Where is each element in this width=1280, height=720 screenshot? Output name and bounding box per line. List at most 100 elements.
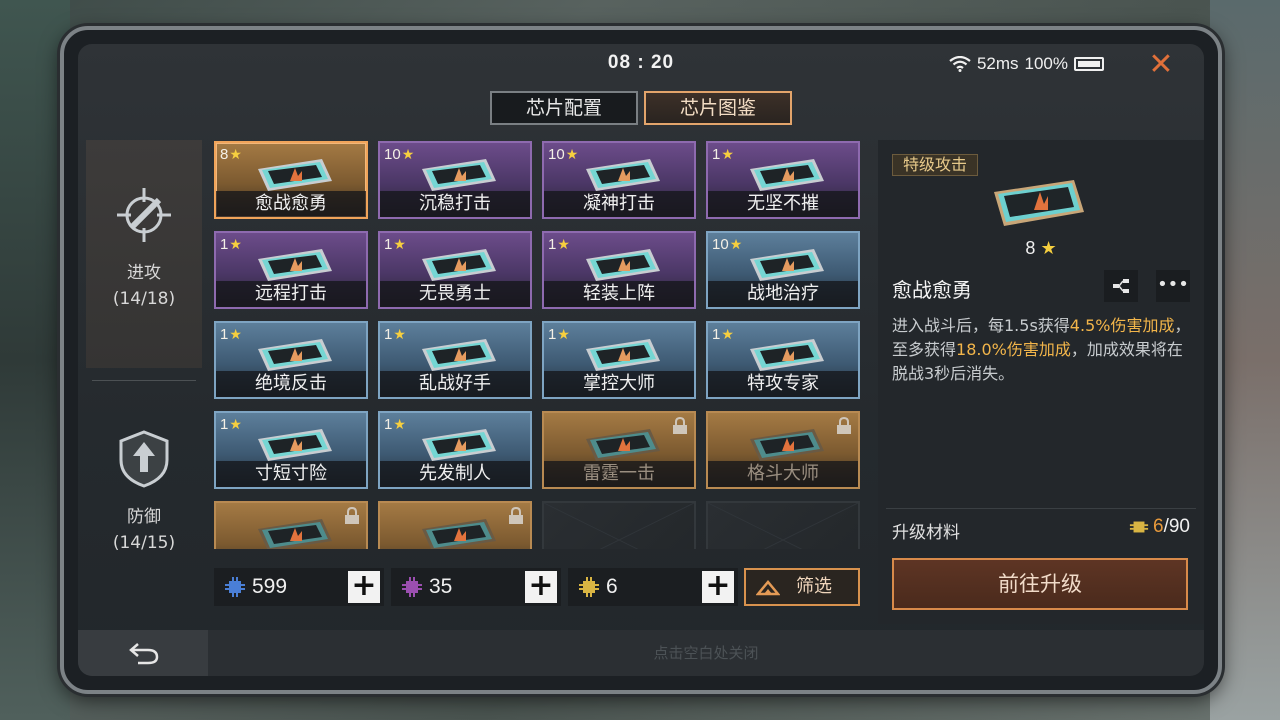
gold-chip-icon xyxy=(579,577,599,597)
chip-card[interactable]: 雷霆一击 xyxy=(542,411,696,489)
more-icon: ••• xyxy=(1157,274,1189,295)
chip-card[interactable]: 1★ 绝境反击 xyxy=(214,321,368,399)
desc-highlight-2: 18.0%伤害加成 xyxy=(956,340,1071,359)
star-icon: ★ xyxy=(229,236,242,252)
add-gold-chip-button[interactable]: + xyxy=(702,571,734,603)
chip-name: 先发制人 xyxy=(380,461,530,487)
add-purple-chip-button[interactable]: + xyxy=(525,571,557,603)
lock-icon xyxy=(345,507,359,524)
chip-star-rating: 1★ xyxy=(220,416,242,433)
star-icon: ★ xyxy=(229,146,242,162)
category-defense-label: 防御 xyxy=(127,507,161,527)
chip-card[interactable]: 1★ 无坚不摧 xyxy=(706,141,860,219)
chip-icon xyxy=(422,429,496,461)
footer-bar[interactable]: 点击空白处关闭 xyxy=(78,630,1204,676)
category-attack-count: (14/18) xyxy=(112,289,176,309)
chip-card[interactable] xyxy=(542,501,696,549)
chip-icon xyxy=(422,249,496,281)
chip-card[interactable]: 格斗大师 xyxy=(706,411,860,489)
chip-card[interactable]: 1★ 先发制人 xyxy=(378,411,532,489)
tab-chip-catalog[interactable]: 芯片图鉴 xyxy=(644,91,792,125)
star-icon: ★ xyxy=(401,146,415,162)
status-bar: 08 : 20 52ms 100% ✕ xyxy=(78,44,1204,88)
chip-card[interactable]: 8★ 愈战愈勇 xyxy=(214,141,368,219)
chip-stars-value: 1 xyxy=(384,236,393,253)
chip-star-rating: 1★ xyxy=(384,326,406,343)
blue-chip-icon xyxy=(225,577,245,597)
filter-triangle-icon xyxy=(756,580,780,596)
detail-separator xyxy=(886,508,1196,509)
chip-icon xyxy=(422,519,496,549)
category-column: 进攻 (14/18) 防御 (14/15) xyxy=(86,140,202,560)
shield-icon xyxy=(119,430,169,488)
battery-icon xyxy=(1074,57,1104,71)
chip-star-rating: 1★ xyxy=(712,146,734,163)
star-icon: ★ xyxy=(721,146,734,162)
chip-icon xyxy=(422,339,496,371)
chip-icon xyxy=(258,519,332,549)
chip-card[interactable]: 1★ 特攻专家 xyxy=(706,321,860,399)
go-upgrade-button[interactable]: 前往升级 xyxy=(892,558,1188,610)
chip-card[interactable]: 1★ 远程打击 xyxy=(214,231,368,309)
chip-card[interactable]: 1★ 轻装上阵 xyxy=(542,231,696,309)
chip-star-rating: 1★ xyxy=(548,326,570,343)
chip-star-rating: 10★ xyxy=(548,146,578,163)
chip-card[interactable] xyxy=(214,501,368,549)
chip-card[interactable]: 10★ 沉稳打击 xyxy=(378,141,532,219)
star-icon: ★ xyxy=(393,326,406,342)
chip-stars-value: 1 xyxy=(220,416,229,433)
chip-icon xyxy=(750,159,824,191)
close-button[interactable]: ✕ xyxy=(1146,50,1176,80)
battery-percent: 100% xyxy=(1024,54,1068,73)
category-defense[interactable]: 防御 (14/15) xyxy=(86,404,202,564)
star-icon: ★ xyxy=(729,236,743,252)
chip-large-icon xyxy=(994,180,1084,226)
chip-screen: 08 : 20 52ms 100% ✕ 芯片配置 芯片图鉴 进攻 (14/18)… xyxy=(78,44,1204,676)
chip-detail-panel: 特级攻击 8 ★ 愈战愈勇 ••• 进入战斗后，每1.5s获得4.5%伤害加成，… xyxy=(878,140,1204,624)
filter-button[interactable]: 筛选 xyxy=(744,568,860,606)
add-blue-chip-button[interactable]: + xyxy=(348,571,380,603)
star-icon: ★ xyxy=(557,326,570,342)
chip-stars-value: 1 xyxy=(384,416,393,433)
chip-card[interactable]: 1★ 寸短寸险 xyxy=(214,411,368,489)
chip-star-rating: 1★ xyxy=(220,326,242,343)
chip-card[interactable] xyxy=(706,501,860,549)
chip-icon xyxy=(750,249,824,281)
empty-slot-pattern xyxy=(544,503,694,549)
chip-card[interactable]: 10★ 战地治疗 xyxy=(706,231,860,309)
chip-card[interactable]: 1★ 乱战好手 xyxy=(378,321,532,399)
detail-star-rating: 8 ★ xyxy=(878,238,1204,259)
chip-star-rating: 10★ xyxy=(384,146,414,163)
tab-bar: 芯片配置 芯片图鉴 xyxy=(490,91,792,125)
star-icon: ★ xyxy=(721,326,734,342)
share-button[interactable] xyxy=(1104,270,1138,302)
material-need: /90 xyxy=(1163,516,1190,537)
chip-star-rating: 1★ xyxy=(548,236,570,253)
chip-card[interactable]: 1★ 掌控大师 xyxy=(542,321,696,399)
lock-icon xyxy=(509,507,523,524)
tab-chip-config[interactable]: 芯片配置 xyxy=(490,91,638,125)
chip-star-rating: 10★ xyxy=(712,236,742,253)
currency-gold-value: 6 xyxy=(606,575,618,598)
chip-icon xyxy=(258,429,332,461)
desc-highlight-1: 4.5%伤害加成 xyxy=(1069,316,1175,335)
chip-star-rating: 8★ xyxy=(220,146,242,163)
chip-stars-value: 1 xyxy=(220,326,229,343)
device-frame: 08 : 20 52ms 100% ✕ 芯片配置 芯片图鉴 进攻 (14/18)… xyxy=(60,26,1222,694)
back-arrow-icon xyxy=(129,643,159,665)
chip-name: 特攻专家 xyxy=(708,371,858,397)
chip-stars-value: 10 xyxy=(712,236,729,253)
chip-star-rating: 1★ xyxy=(384,236,406,253)
back-button[interactable] xyxy=(78,630,208,676)
chip-name: 雷霆一击 xyxy=(544,461,694,487)
more-options-button[interactable]: ••• xyxy=(1156,270,1190,302)
chip-card[interactable]: 10★ 凝神打击 xyxy=(542,141,696,219)
wifi-icon xyxy=(949,56,971,72)
category-attack[interactable]: 进攻 (14/18) xyxy=(86,140,202,368)
currency-purple-value: 35 xyxy=(429,575,453,598)
chip-card[interactable] xyxy=(378,501,532,549)
chip-card[interactable]: 1★ 无畏勇士 xyxy=(378,231,532,309)
empty-slot-pattern xyxy=(708,503,858,549)
category-defense-count: (14/15) xyxy=(112,533,176,553)
chip-icon xyxy=(258,339,332,371)
